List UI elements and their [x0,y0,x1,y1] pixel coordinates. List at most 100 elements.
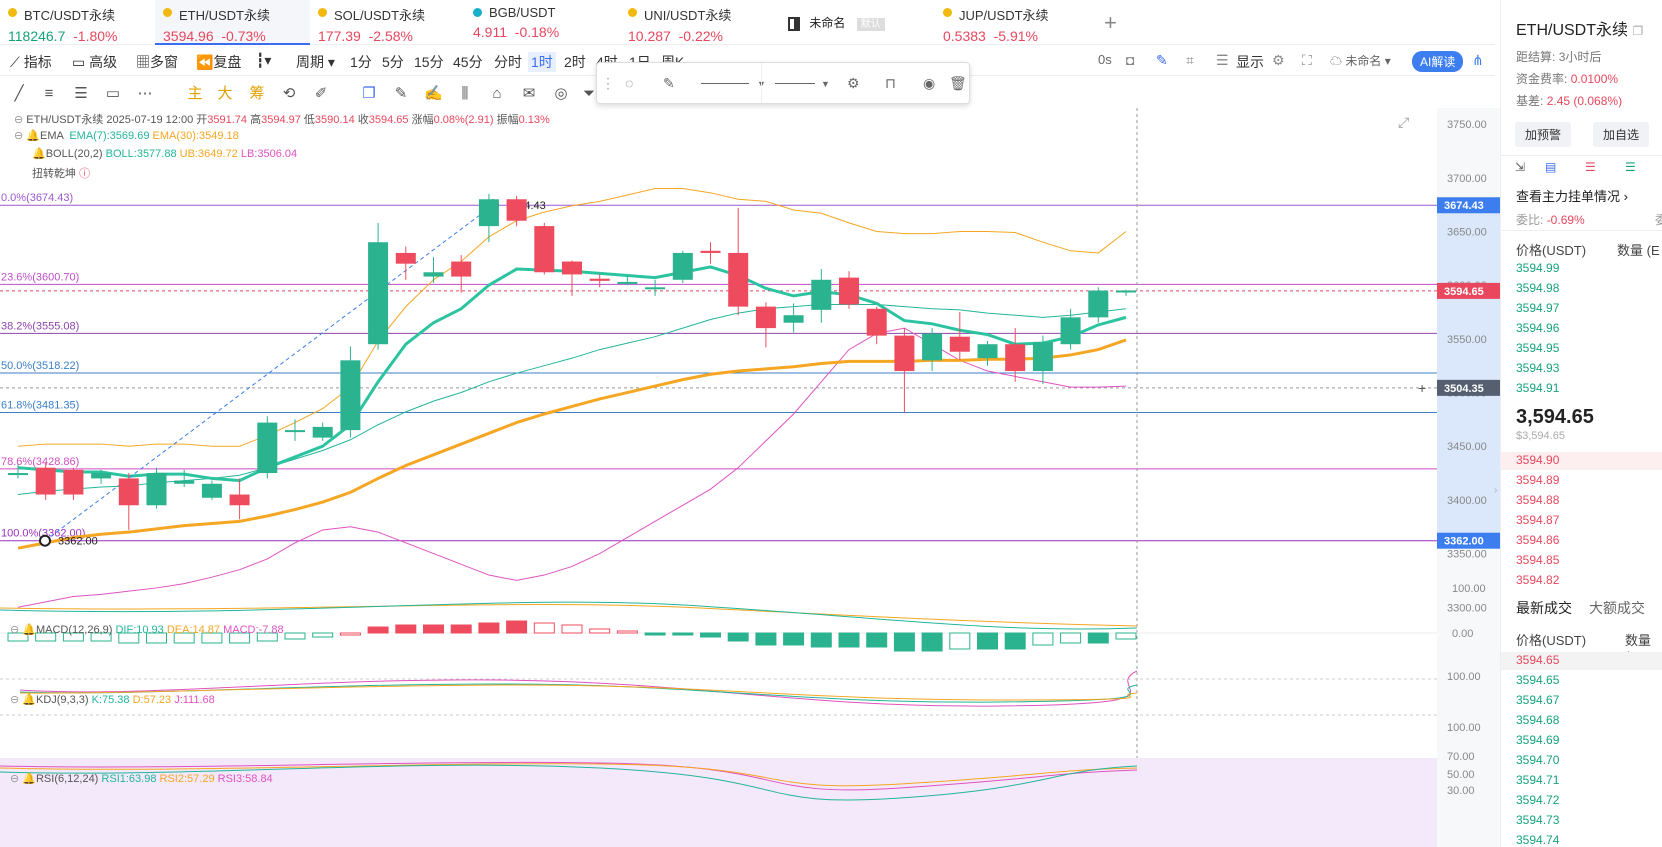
add-favorite-button[interactable]: 加自选 [1593,122,1650,147]
advanced-button[interactable]: ▭ 高级 [72,52,117,72]
bell-icon[interactable]: 🔔 [22,773,36,785]
hline-tool-icon[interactable]: ≡ [40,85,58,103]
bell-icon[interactable]: 🔔 [22,624,36,636]
line-width-select[interactable] [775,83,815,84]
big-tool-icon[interactable]: 大 [216,85,234,103]
copy-icon[interactable]: ❐ [1632,24,1643,38]
bid-row[interactable]: 3594.89 [1516,473,1559,487]
trade-row[interactable]: 3594.70 [1516,753,1559,767]
collapse-icon[interactable]: ⊖ [10,773,19,785]
tab-latest-trades[interactable]: 最新成交 [1516,598,1572,618]
template-icon[interactable]: ◌ [625,75,633,91]
interval-5m[interactable]: 5分 [382,52,404,72]
ask-row[interactable]: 3594.91 [1516,381,1559,395]
share-icon[interactable]: ⋔ [1472,52,1484,69]
trade-row[interactable]: 3594.74 [1516,833,1559,847]
color-pen-icon[interactable]: ✎ [663,75,675,92]
bid-row[interactable]: 3594.82 [1516,573,1559,587]
magnet-tool-icon[interactable]: ◎ [552,85,570,103]
brush-tool-icon[interactable]: ✍ [424,85,443,103]
bell-icon[interactable]: 🔔 [22,694,36,706]
candles-tool-icon[interactable]: ⫼ [456,85,474,103]
tab-uni[interactable]: UNI/USDT永续 10.287 -0.22% [620,0,775,45]
collapse-icon[interactable]: ⊖ [14,130,23,142]
ai-button[interactable]: AI解读 [1412,51,1464,72]
trade-row[interactable]: 3594.72 [1516,793,1559,807]
ask-row[interactable]: 3594.98 [1516,281,1559,295]
interval-1h[interactable]: 1时 [528,52,556,72]
ask-row[interactable]: 3594.93 [1516,361,1559,375]
orderbook-link[interactable]: 查看主力挂单情况 › [1516,186,1628,205]
copy-tool-icon[interactable]: ❐ [360,85,378,103]
chip-tool-icon[interactable]: 筹 [248,85,266,103]
erase-tool-icon[interactable]: ✐ [312,85,330,103]
multi-window-button[interactable]: ▦多窗 [136,52,178,72]
ask-row[interactable]: 3594.95 [1516,341,1559,355]
line-color-select[interactable] [701,83,749,84]
ask-row[interactable]: 3594.99 [1516,261,1559,275]
drag-handle-icon[interactable]: ⋮ [601,75,615,92]
bid-row[interactable]: 3594.87 [1516,513,1559,527]
bid-row[interactable]: 3594.86 [1516,533,1559,547]
interval-timeline[interactable]: 分时 [494,52,522,72]
indicators-button[interactable]: ⟋ 指标 [10,52,52,72]
period-button[interactable]: 周期 ▾ [296,52,335,72]
tab-btc[interactable]: BTC/USDT永续 118246.7 -1.80% [0,0,155,45]
display-button[interactable]: 显示 [1236,52,1264,72]
pen-tool-icon[interactable]: ✎ [392,85,410,103]
layout-select[interactable]: ☁ 未命名 ▾ [1330,52,1391,69]
bid-row[interactable]: 3594.90 [1516,453,1559,467]
warning-icon[interactable]: ⓘ [79,168,90,180]
more-tool-icon[interactable]: ⋯ [136,85,154,103]
bell-icon[interactable]: 🔔 [26,130,40,142]
interval-45m[interactable]: 45分 [453,52,483,72]
orderbook-bids-icon[interactable]: ☰ [1625,160,1636,174]
fullscreen-icon[interactable]: ⛶ [1302,52,1312,69]
orderbook-asks-icon[interactable]: ☰ [1585,160,1596,174]
tab-bgb[interactable]: BGB/USDT 4.911 -0.18% [465,0,620,45]
collapse-icon[interactable]: ⊖ [10,694,19,706]
price-chart[interactable]: 3750.003700.003650.003600.003550.003500.… [0,108,1500,847]
bid-row[interactable]: 3594.88 [1516,493,1559,507]
bid-row[interactable]: 3594.85 [1516,553,1559,567]
interval-2h[interactable]: 2时 [564,52,586,72]
collapse-icon[interactable]: ⊖ [10,624,19,636]
settings-icon[interactable]: ⚙ [847,75,860,92]
ask-row[interactable]: 3594.96 [1516,321,1559,335]
orderbook-mode-icon[interactable]: ⇲ [1515,160,1525,174]
trade-row[interactable]: 3594.73 [1516,813,1559,827]
settings-icon[interactable]: ⚙ [1272,52,1285,69]
lock-icon[interactable]: ⊓ [885,75,896,92]
tab-big-trades[interactable]: 大额成交 [1589,598,1645,618]
replay-button[interactable]: ⏪复盘 [196,52,241,72]
bell-icon[interactable]: 🔔 [32,148,46,160]
pencil-icon[interactable]: ✎ [1156,52,1168,69]
main-tool-icon[interactable]: 主 [186,85,204,103]
tab-layout[interactable]: 未命名 默认 [780,0,930,45]
interval-1m[interactable]: 1分 [350,52,372,72]
collapse-icon[interactable]: ⊖ [14,114,23,126]
chart-type-button[interactable]: ┇▾ [256,52,271,69]
lock-tool-icon[interactable]: ⌂ [488,85,506,103]
ask-row[interactable]: 3594.97 [1516,301,1559,315]
trade-row[interactable]: 3594.65 [1516,653,1559,667]
trade-row[interactable]: 3594.71 [1516,773,1559,787]
add-alert-button[interactable]: 加预警 [1515,122,1572,147]
eye-icon[interactable]: ◉ [923,75,935,92]
orderbook-both-icon[interactable]: ▤ [1545,160,1556,174]
add-tab-button[interactable]: + [1104,10,1117,36]
trade-row[interactable]: 3594.68 [1516,713,1559,727]
trade-row[interactable]: 3594.65 [1516,673,1559,687]
list-icon[interactable]: ☰ [1216,52,1229,69]
rect-tool-icon[interactable]: ▭ [104,85,122,103]
channel-tool-icon[interactable]: ☰ [72,85,90,103]
expand-icon[interactable]: ⤢ [1398,114,1409,131]
note-tool-icon[interactable]: ✉ [520,85,538,103]
sync-tool-icon[interactable]: ⟲ [280,85,298,103]
camera-icon[interactable]: ◘ [1126,52,1134,68]
trash-icon[interactable]: 🗑 [949,75,967,92]
trade-row[interactable]: 3594.67 [1516,693,1559,707]
crop-icon[interactable]: ⌗ [1186,52,1194,69]
tab-jup[interactable]: JUP/USDT永续 0.5383 -5.91% [935,0,1090,45]
tab-sol[interactable]: SOL/USDT永续 177.39 -2.58% [310,0,465,45]
